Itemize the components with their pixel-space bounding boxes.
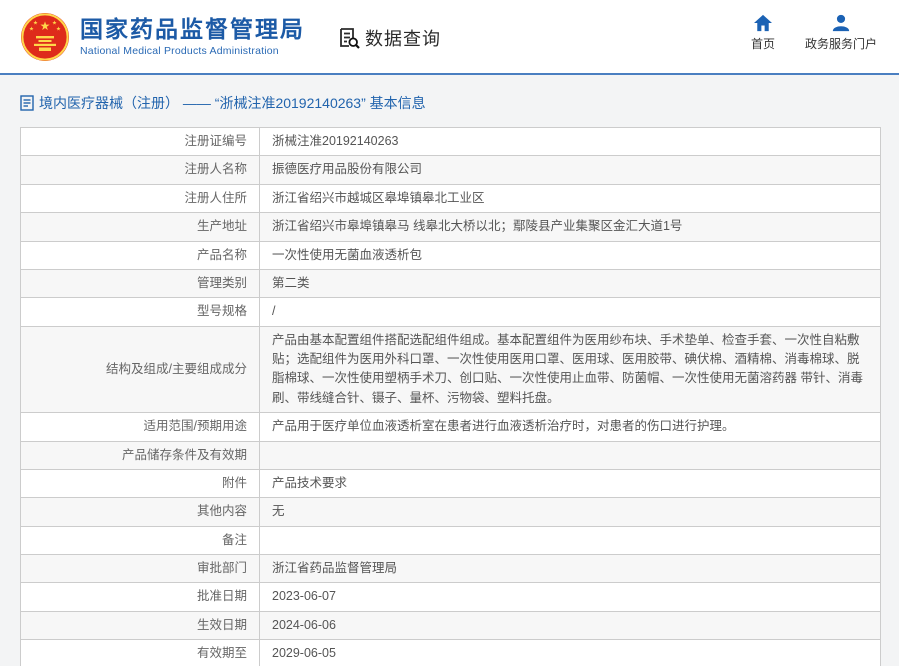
table-row: 注册证编号 浙械注准20192140263 [21, 128, 881, 156]
org-name-en: National Medical Products Administration [80, 45, 305, 57]
nav-gov-portal-label: 政务服务门户 [805, 35, 877, 52]
field-label: 生效日期 [21, 611, 260, 639]
field-value [260, 526, 881, 554]
field-label: 审批部门 [21, 555, 260, 583]
table-row: 生效日期 2024-06-06 [21, 611, 881, 639]
field-label: 型号规格 [21, 298, 260, 326]
data-query-tab[interactable]: 数据查询 [337, 25, 441, 51]
table-row: 产品名称 一次性使用无菌血液透析包 [21, 241, 881, 269]
table-row: 有效期至 2029-06-05 [21, 640, 881, 666]
field-label: 备注 [21, 526, 260, 554]
field-label: 产品名称 [21, 241, 260, 269]
org-titles: 国家药品监督管理局 National Medical Products Admi… [80, 16, 305, 56]
field-label: 注册证编号 [21, 128, 260, 156]
table-row: 管理类别 第二类 [21, 269, 881, 297]
field-label: 管理类别 [21, 269, 260, 297]
field-value: 产品由基本配置组件搭配选配组件组成。基本配置组件为医用纱布块、手术垫单、检查手套… [260, 326, 881, 413]
field-label: 注册人名称 [21, 156, 260, 184]
field-label: 产品储存条件及有效期 [21, 441, 260, 469]
field-label: 附件 [21, 469, 260, 497]
field-label: 有效期至 [21, 640, 260, 666]
data-query-label: 数据查询 [365, 25, 441, 51]
field-value: 一次性使用无菌血液透析包 [260, 241, 881, 269]
field-label: 结构及组成/主要组成成分 [21, 326, 260, 413]
nmpa-logo-link[interactable]: ★ ★ ★ ★ ★ 国家药品监督管理局 National Medical Pro… [20, 12, 305, 62]
field-value [260, 441, 881, 469]
field-label: 适用范围/预期用途 [21, 413, 260, 441]
document-icon [20, 95, 34, 111]
field-value: 浙械注准20192140263 [260, 128, 881, 156]
nav-item-home[interactable]: 首页 [751, 14, 775, 52]
field-value: 无 [260, 498, 881, 526]
document-search-icon [337, 26, 361, 50]
registration-info-table: 注册证编号 浙械注准20192140263 注册人名称 振德医疗用品股份有限公司… [20, 127, 881, 666]
site-header: ★ ★ ★ ★ ★ 国家药品监督管理局 National Medical Pro… [0, 0, 899, 75]
user-icon [831, 14, 851, 32]
table-row: 产品储存条件及有效期 [21, 441, 881, 469]
field-value: 2023-06-07 [260, 583, 881, 611]
table-row: 型号规格 / [21, 298, 881, 326]
field-value: 第二类 [260, 269, 881, 297]
table-row: 其他内容 无 [21, 498, 881, 526]
field-value: 2029-06-05 [260, 640, 881, 666]
header-nav: 首页 政务服务门户 [751, 14, 877, 52]
org-name: 国家药品监督管理局 [80, 16, 305, 42]
field-value: 浙江省药品监督管理局 [260, 555, 881, 583]
field-value: / [260, 298, 881, 326]
table-row: 备注 [21, 526, 881, 554]
nav-home-label: 首页 [751, 35, 775, 52]
field-value: 2024-06-06 [260, 611, 881, 639]
home-icon [753, 14, 773, 32]
field-label: 注册人住所 [21, 184, 260, 212]
table-row: 适用范围/预期用途 产品用于医疗单位血液透析室在患者进行血液透析治疗时，对患者的… [21, 413, 881, 441]
table-row: 生产地址 浙江省绍兴市皋埠镇皋马 线皋北大桥以北；鄢陵县产业集聚区金汇大道1号 [21, 213, 881, 241]
table-row: 附件 产品技术要求 [21, 469, 881, 497]
field-value: 产品用于医疗单位血液透析室在患者进行血液透析治疗时，对患者的伤口进行护理。 [260, 413, 881, 441]
breadcrumb: 境内医疗器械（注册） —— “浙械注准20192140263” 基本信息 [20, 93, 881, 113]
field-label: 批准日期 [21, 583, 260, 611]
field-value: 产品技术要求 [260, 469, 881, 497]
table-row: 审批部门 浙江省药品监督管理局 [21, 555, 881, 583]
svg-text:★: ★ [40, 19, 51, 33]
table-row: 批准日期 2023-06-07 [21, 583, 881, 611]
field-label: 其他内容 [21, 498, 260, 526]
table-row: 结构及组成/主要组成成分 产品由基本配置组件搭配选配组件组成。基本配置组件为医用… [21, 326, 881, 413]
field-value: 振德医疗用品股份有限公司 [260, 156, 881, 184]
field-label: 生产地址 [21, 213, 260, 241]
table-row: 注册人名称 振德医疗用品股份有限公司 [21, 156, 881, 184]
field-value: 浙江省绍兴市越城区皋埠镇皋北工业区 [260, 184, 881, 212]
svg-text:★: ★ [29, 26, 34, 32]
main-content: 境内医疗器械（注册） —— “浙械注准20192140263” 基本信息 注册证… [0, 75, 899, 666]
table-row: 注册人住所 浙江省绍兴市越城区皋埠镇皋北工业区 [21, 184, 881, 212]
nav-item-gov-portal[interactable]: 政务服务门户 [805, 14, 877, 52]
field-value: 浙江省绍兴市皋埠镇皋马 线皋北大桥以北；鄢陵县产业集聚区金汇大道1号 [260, 213, 881, 241]
svg-text:★: ★ [56, 26, 61, 32]
breadcrumb-text: 境内医疗器械（注册） —— “浙械注准20192140263” 基本信息 [39, 93, 426, 113]
national-emblem-icon: ★ ★ ★ ★ ★ [20, 12, 70, 62]
